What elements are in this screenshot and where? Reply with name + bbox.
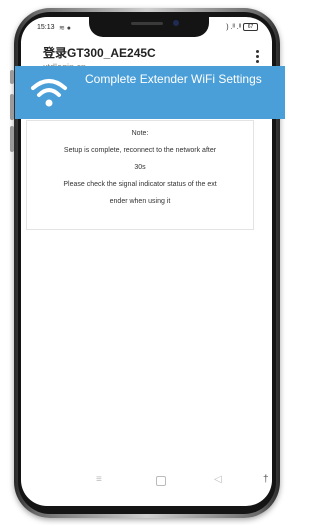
signal-icon: ) .ᴵᴵ .ᴵᴵ [226,23,242,31]
status-signal-icons: ) .ᴵᴵ .ᴵᴵ 67 [226,23,258,31]
notification-icons: ≋ ● [59,25,72,32]
back-icon[interactable]: ◁ [214,474,222,485]
phone-volume-up-button [10,94,14,120]
banner-title: Complete Extender WiFi Settings [85,72,262,86]
phone-side-button [10,70,14,84]
note-line: ender when using it [109,198,171,205]
home-icon[interactable] [156,476,166,486]
note-line: Please check the signal indicator status… [63,181,217,188]
recent-apps-icon[interactable]: ≡ [96,474,102,485]
note-line: Setup is complete, reconnect to the netw… [63,147,217,154]
settings-banner: Complete Extender WiFi Settings [15,66,285,119]
note-line: 30s [134,164,146,171]
accessibility-icon[interactable]: † [263,474,269,485]
status-bar: 15:13 ≋ ● ) .ᴵᴵ .ᴵᴵ 67 [21,17,272,39]
battery-icon: 67 [243,23,258,31]
status-time: 15:13 [37,24,55,31]
front-camera [173,20,179,26]
system-navigation-bar: ≡ ◁ † [21,470,272,494]
phone-volume-down-button [10,126,14,152]
more-menu-icon[interactable] [252,49,262,65]
page-title: 登录GT300_AE245C [43,46,156,60]
note-heading: Note: [131,130,149,137]
speaker-slot [131,22,163,25]
setup-complete-note: Note: Setup is complete, reconnect to th… [26,120,254,230]
camera-notch [89,17,209,37]
wifi-icon [31,79,67,107]
